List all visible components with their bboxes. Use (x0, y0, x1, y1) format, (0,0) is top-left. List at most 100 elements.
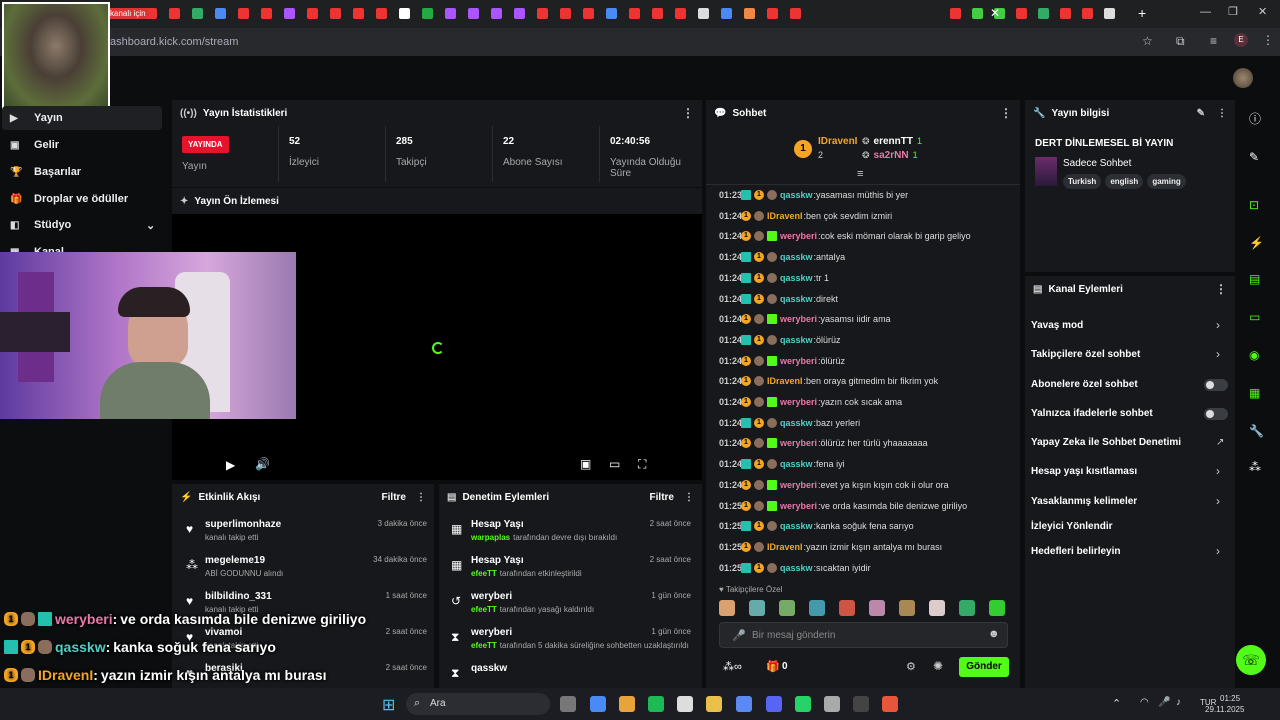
tag-chip[interactable]: gaming (1147, 174, 1186, 189)
folder-icon[interactable] (706, 696, 722, 712)
tab-favicon-icon[interactable] (169, 8, 180, 19)
sidebar-item-money[interactable]: ▣ Gelir (10, 139, 59, 151)
new-tab-icon[interactable]: + (1138, 5, 1146, 21)
chat-message[interactable]: 01:24 1 IDravenI: ben çok sevdim izmiri (719, 210, 892, 221)
emote-icon[interactable] (779, 600, 795, 616)
emote-icon[interactable] (869, 600, 885, 616)
activity-filter-button[interactable]: Filtre (382, 492, 406, 503)
tab-favicon-icon[interactable] (330, 8, 341, 19)
chat-message[interactable]: 01:24 1 weryberi: ölürüz (719, 355, 845, 366)
tab-favicon-icon[interactable] (491, 8, 502, 19)
chat-message[interactable]: 01:24 1 qasskw: ölürüz (719, 334, 841, 345)
bookmark-star-icon[interactable]: ☆ (1142, 34, 1153, 48)
sidebar-item-gift[interactable]: 🎁 Droplar ve ödüller (10, 193, 128, 205)
theater-icon[interactable]: ▭ (609, 457, 620, 471)
volume-icon[interactable]: 🔊 (255, 457, 270, 471)
chrome-icon[interactable] (619, 696, 635, 712)
mic-tray-icon[interactable]: 🎤 (1158, 697, 1170, 708)
tag-chip[interactable]: Turkish (1063, 174, 1102, 189)
tab-favicon-icon[interactable] (698, 8, 709, 19)
top-gifter[interactable]: ❂ sa2rNN 1 (862, 149, 918, 161)
tab-favicon-icon[interactable] (583, 8, 594, 19)
chat-username[interactable]: qasskw (780, 335, 813, 345)
tab-favicon-icon[interactable] (468, 8, 479, 19)
chat-message[interactable]: 01:24 1 weryberi: evet ya kışın kışın cok … (719, 479, 949, 490)
minimize-icon[interactable]: — (1200, 6, 1211, 18)
media-app-icon[interactable] (677, 696, 693, 712)
taskbar-search[interactable]: ⌕ Ara (406, 693, 550, 715)
tab-label[interactable]: kanalı için (107, 8, 149, 19)
close-window-icon[interactable]: ✕ (1258, 5, 1267, 18)
emoji-icon[interactable]: ☻ (988, 628, 1000, 640)
chat-message[interactable]: 01:24 1 weryberi: yazın cok sıcak ama (719, 397, 902, 407)
bot-icon[interactable]: ✺ (933, 659, 943, 673)
chat-username[interactable]: qasskw (780, 563, 813, 573)
channel-action-item[interactable]: Yalnızca ifadelerle sohbet (1031, 408, 1153, 419)
tab-favicon-icon[interactable] (721, 8, 732, 19)
media-icon[interactable]: ≡ (1210, 34, 1217, 48)
chevron-right-icon[interactable]: › (1216, 318, 1220, 332)
chat-message[interactable]: 01:24 1 qasskw: direkt (719, 293, 838, 304)
volume-tray-icon[interactable]: ♪ (1176, 697, 1181, 708)
chevron-right-icon[interactable]: › (1216, 464, 1220, 478)
windows-start-icon[interactable]: ⊞ (382, 695, 395, 715)
tag-chip[interactable]: english (1105, 174, 1144, 189)
stats-menu-icon[interactable]: ⋮ (682, 106, 694, 120)
moderation-filter-button[interactable]: Filtre (650, 492, 674, 503)
moderation-item[interactable]: Hesap Yaşı warpaplas tarafından devre dışı… (471, 519, 691, 542)
tab-favicon-icon[interactable] (560, 8, 571, 19)
chat-message[interactable]: 01:24 1 qasskw: bazı yerleri (719, 417, 860, 428)
tab-favicon-icon[interactable] (629, 8, 640, 19)
category-name[interactable]: Sadece Sohbet (1063, 158, 1131, 169)
chat-username[interactable]: IDravenI (767, 211, 803, 221)
broadcast-icon[interactable]: ◉ (1249, 348, 1259, 362)
send-button[interactable]: Gönder (959, 657, 1009, 677)
tab-favicon-icon[interactable] (652, 8, 663, 19)
close-tab-icon[interactable]: ✕ (990, 6, 1000, 20)
copilot-icon[interactable] (590, 696, 606, 712)
tab-favicon-icon[interactable] (744, 8, 755, 19)
tab-favicon-icon[interactable] (514, 8, 525, 19)
tab-favicon-icon[interactable] (537, 8, 548, 19)
chat-username[interactable]: weryberi (780, 438, 817, 448)
channel-action-item[interactable]: Yasaklanmış kelimeler (1031, 496, 1137, 507)
chat-username[interactable]: qasskw (780, 418, 813, 428)
tab-favicon-icon[interactable] (972, 8, 983, 19)
chat-username[interactable]: IDravenI (767, 376, 803, 386)
info-icon[interactable]: ⓘ (1249, 110, 1261, 127)
fullscreen-icon[interactable]: ⛶ (638, 457, 646, 472)
whatsapp-icon[interactable] (795, 696, 811, 712)
vpn-icon[interactable] (736, 696, 752, 712)
tab-favicon-icon[interactable] (1104, 8, 1115, 19)
chevron-right-icon[interactable]: › (1216, 494, 1220, 508)
emote-icon[interactable] (749, 600, 765, 616)
clock-time[interactable]: 01:25 (1220, 694, 1240, 703)
chat-username[interactable]: IDravenI (767, 542, 803, 552)
info-menu-icon[interactable]: ⋮ (1217, 108, 1227, 119)
chat-message[interactable]: 01:24 1 weryberi: ölürüz her türlü yhaaaaa… (719, 438, 928, 449)
chat-input[interactable]: 🎤 Bir mesaj gönderin ☻ (719, 622, 1008, 648)
top-gifter[interactable]: ❂ erennTT 1 (862, 135, 922, 147)
chat-message[interactable]: 01:25 1 IDravenI: yazın izmir kışın antaly… (719, 541, 942, 552)
points-icon[interactable]: ⁂∞ (723, 660, 742, 673)
tab-favicon-icon[interactable] (790, 8, 801, 19)
address-bar[interactable]: ashboard.kick.com/stream ☆ ⧉ ≡ E ⋮ (0, 28, 1280, 56)
chat-message[interactable]: 01:24 1 IDravenI: ben oraya gitmedim bir f… (719, 376, 938, 387)
pen-icon[interactable]: ✎ (1249, 150, 1259, 164)
moderation-item[interactable]: weryberi efeeTT tarafından 5 dakika süreli… (471, 627, 691, 650)
emote-icon[interactable] (839, 600, 855, 616)
scan-icon[interactable]: ⊡ (1249, 198, 1259, 212)
tab-favicon-icon[interactable] (1016, 8, 1027, 19)
tab-favicon-icon[interactable] (284, 8, 295, 19)
chat-message[interactable]: 01:24 1 qasskw: antalya (719, 252, 845, 263)
chat-username[interactable]: weryberi (780, 231, 817, 241)
tray-chevron-icon[interactable]: ⌃ (1112, 697, 1121, 710)
chat-message[interactable]: 01:24 1 weryberi: yasamsı iidir ama (719, 314, 891, 325)
tab-favicon-icon[interactable] (1082, 8, 1093, 19)
external-link-icon[interactable]: ↗ (1216, 437, 1224, 448)
moderation-item[interactable]: weryberi efeeTT tarafından yasağı kaldırıl… (471, 591, 691, 614)
channel-action-item[interactable]: İzleyici Yönlendir (1031, 521, 1113, 532)
channel-action-item[interactable]: Hesap yaşı kısıtlaması (1031, 466, 1137, 477)
moderation-item[interactable]: Hesap Yaşı efeeTT tarafından etkinleştiril… (471, 555, 691, 578)
emote-icon[interactable] (989, 600, 1005, 616)
